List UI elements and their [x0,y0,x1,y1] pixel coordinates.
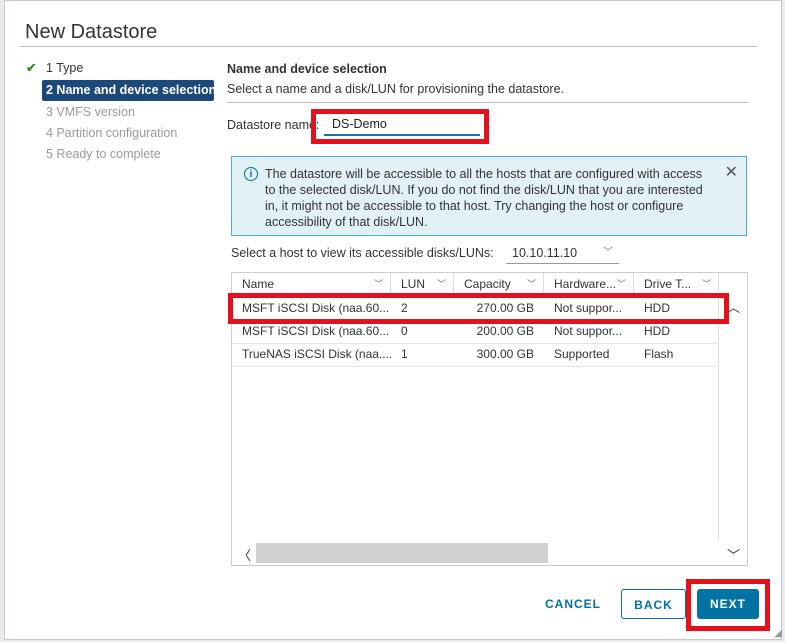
section-title: Name and device selection [227,62,387,76]
cell-name: TrueNAS iSCSI Disk (naa.... [242,347,391,361]
cancel-button[interactable]: CANCEL [536,589,610,619]
info-alert: i The datastore will be accessible to al… [231,156,747,236]
step-name-and-device[interactable]: 2 Name and device selection [42,80,217,101]
host-select[interactable]: 10.10.11.10 ﹀ [506,242,619,264]
section-divider [227,102,748,103]
column-header-lun[interactable]: LUN ﹀ [391,273,454,296]
step-type[interactable]: ✔ 1 Type [26,58,214,79]
chevron-up-icon[interactable]: ︿ [727,297,740,316]
next-button[interactable]: NEXT [697,589,759,619]
datastore-name-input[interactable] [324,114,480,136]
chevron-down-icon: ﹀ [603,247,613,258]
grid-header: Name ﹀ LUN ﹀ Capacity ﹀ Hardware... ﹀ Drive … [232,273,719,297]
host-select-value: 10.10.11.10 [512,246,578,260]
info-icon: i [244,167,258,181]
chevron-down-icon: ﹀ [526,279,536,289]
column-header-hardware[interactable]: Hardware... ﹀ [544,273,634,296]
chevron-down-icon[interactable]: ﹀ [727,545,740,564]
step-label: 5 Ready to complete [46,147,161,161]
resize-handle-icon[interactable]: ◢ [774,628,782,639]
dialog-title: New Datastore [25,21,158,43]
horizontal-scrollbar[interactable]: 〈 [232,541,720,565]
column-header-name[interactable]: Name ﹀ [232,273,391,296]
back-button[interactable]: BACK [621,589,686,619]
cell-hardware: Not suppor... [554,324,623,338]
close-icon[interactable]: ✕ [725,165,738,181]
table-row[interactable]: MSFT iSCSI Disk (naa.60... 0 200.00 GB N… [232,320,719,344]
chevron-left-icon[interactable]: 〈 [238,545,251,564]
column-header-capacity[interactable]: Capacity ﹀ [454,273,544,296]
title-divider [20,46,757,47]
chevron-down-icon: ﹀ [373,279,383,289]
scrollbar-thumb[interactable] [256,543,548,563]
cell-capacity: 200.00 GB [476,324,534,338]
section-header: Name and device selection Select a name … [227,62,747,96]
chevron-down-icon: ﹀ [436,279,446,289]
wizard-steps: ✔ 1 Type 2 Name and device selection 3 V… [26,58,217,165]
cell-name: MSFT iSCSI Disk (naa.60... [242,301,390,315]
step-vmfs-version: 3 VMFS version [42,102,214,123]
step-label: 3 VMFS version [46,105,135,119]
cell-drive-type: HDD [644,301,670,315]
table-row[interactable]: TrueNAS iSCSI Disk (naa.... 1 300.00 GB … [232,343,719,367]
cell-lun: 1 [401,347,408,361]
cell-name: MSFT iSCSI Disk (naa.60... [242,324,390,338]
cell-drive-type: Flash [644,347,674,361]
step-partition-configuration: 4 Partition configuration [42,123,214,144]
cell-capacity: 300.00 GB [476,347,534,361]
datastore-name-label: Datastore name: [227,118,320,132]
cell-hardware: Not suppor... [554,301,623,315]
alert-text: The datastore will be accessible to all … [265,167,703,229]
cell-lun: 2 [401,301,408,315]
step-ready-to-complete: 5 Ready to complete [42,144,214,165]
table-row[interactable]: MSFT iSCSI Disk (naa.60... 2 270.00 GB N… [232,297,719,321]
chevron-down-icon: ﹀ [701,279,711,289]
host-select-label: Select a host to view its accessible dis… [231,246,494,260]
section-description: Select a name and a disk/LUN for provisi… [227,82,564,96]
disk-lun-grid: Name ﹀ LUN ﹀ Capacity ﹀ Hardware... ﹀ Drive … [231,272,748,566]
cell-capacity: 270.00 GB [476,301,534,315]
cell-hardware: Supported [554,347,610,361]
cell-lun: 0 [401,324,408,338]
step-label: 1 Type [46,61,84,75]
column-header-drive-type[interactable]: Drive T... ﹀ [634,273,719,296]
vertical-scrollbar[interactable]: ︿ ﹀ [718,273,747,565]
chevron-down-icon: ﹀ [616,279,626,289]
step-label: 2 Name and device selection [46,83,217,97]
check-icon: ✔ [26,61,37,75]
step-label: 4 Partition configuration [46,126,178,140]
cell-drive-type: HDD [644,324,670,338]
